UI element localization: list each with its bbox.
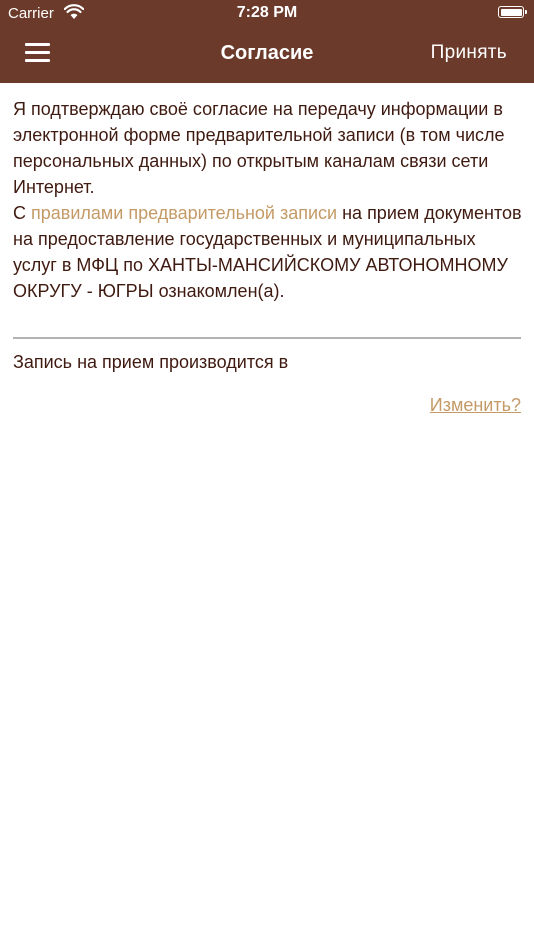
battery-icon <box>498 6 527 18</box>
consent-text-block: Я подтверждаю своё согласие на передачу … <box>13 96 523 304</box>
change-link[interactable]: Изменить? <box>430 395 521 416</box>
divider <box>13 337 521 339</box>
accept-button[interactable]: Принять <box>431 42 507 64</box>
consent-statement: Я подтверждаю своё согласие на передачу … <box>13 99 505 197</box>
status-time: 7:28 PM <box>236 4 298 21</box>
appointment-text: Запись на прием производится в <box>13 352 289 372</box>
rules-statement: С правилами предварительной записи на пр… <box>13 200 523 304</box>
status-bar: Carrier 7:28 PM <box>0 0 534 28</box>
rules-link[interactable]: правилами предварительной записи <box>31 203 337 223</box>
top-bar: Carrier 7:28 PM Согласие Принять <box>0 0 534 83</box>
rules-prefix: С <box>13 203 31 223</box>
navigation-bar: Согласие Принять <box>0 28 534 83</box>
